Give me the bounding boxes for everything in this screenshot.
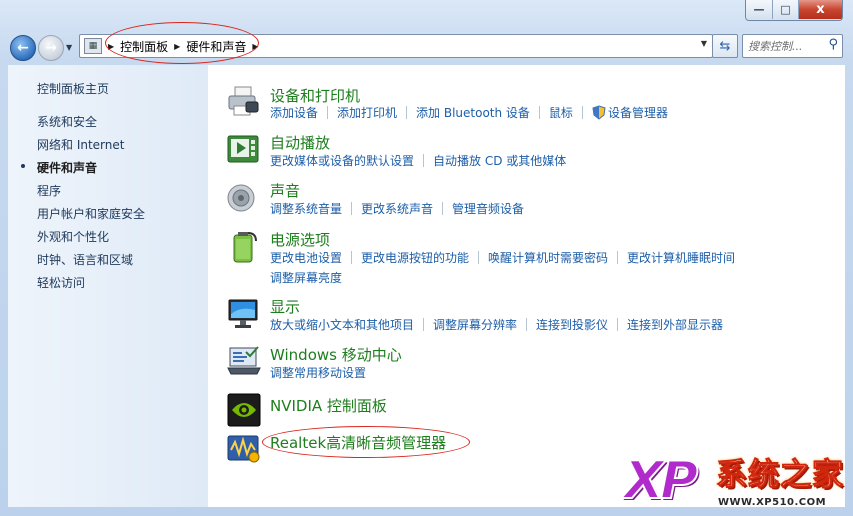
search-input[interactable] (748, 37, 820, 55)
link-separator (581, 106, 583, 119)
category-title[interactable]: 显示 (270, 296, 300, 317)
breadcrumb-chevron-icon[interactable]: ▶ (174, 42, 180, 51)
link-add-printer[interactable]: 添加打印机 (337, 106, 397, 120)
sidebar-item-user-accounts[interactable]: 用户帐户和家庭安全 (37, 205, 145, 222)
monitor-icon[interactable] (226, 296, 262, 332)
sidebar: 控制面板主页 系统和安全 网络和 Internet 硬件和声音 程序 用户帐户和… (8, 65, 208, 507)
link-screen-resolution[interactable]: 调整屏幕分辨率 (433, 318, 517, 332)
recent-pages-chevron-icon[interactable]: ▼ (66, 43, 72, 52)
link-separator (406, 106, 408, 119)
breadcrumb-hardware-sound[interactable]: 硬件和声音 (186, 38, 246, 55)
refresh-icon: ⇆ (719, 38, 731, 54)
link-add-device[interactable]: 添加设备 (270, 106, 318, 120)
link-password-on-wake[interactable]: 唤醒计算机时需要密码 (488, 251, 608, 265)
forward-button[interactable]: → (38, 35, 64, 61)
navigation-bar: ← → ▼ ▦ ▶ 控制面板 ▶ 硬件和声音 ▶ ▼ ⇆ ⚲ (0, 28, 853, 64)
category-title[interactable]: Realtek高清晰音频管理器 (270, 432, 446, 453)
link-change-battery-settings[interactable]: 更改电池设置 (270, 251, 342, 265)
sidebar-item-appearance[interactable]: 外观和个性化 (37, 228, 109, 245)
realtek-audio-icon[interactable] (226, 430, 262, 466)
autoplay-icon[interactable] (226, 132, 262, 168)
sidebar-item-system-security[interactable]: 系统和安全 (37, 113, 97, 130)
maximize-button[interactable]: □ (773, 0, 799, 19)
link-text-size[interactable]: 放大或缩小文本和其他项目 (270, 318, 414, 332)
sidebar-item-network[interactable]: 网络和 Internet (37, 136, 124, 153)
mobility-center-icon[interactable] (226, 344, 262, 380)
speaker-icon[interactable] (226, 180, 262, 216)
link-separator (617, 318, 619, 331)
watermark-xp-text: XP (623, 451, 699, 511)
breadcrumb-chevron-icon[interactable]: ▶ (108, 42, 114, 51)
link-adjust-mobility-settings[interactable]: 调整常用移动设置 (270, 366, 366, 380)
link-connect-external-display[interactable]: 连接到外部显示器 (627, 318, 723, 332)
link-adjust-volume[interactable]: 调整系统音量 (270, 202, 342, 216)
category-links: 更改电池设置 更改电源按钮的功能 唤醒计算机时需要密码 更改计算机睡眠时间调整屏幕亮度 (270, 248, 830, 288)
link-connect-projector[interactable]: 连接到投影仪 (536, 318, 608, 332)
category-title[interactable]: 电源选项 (270, 229, 330, 250)
category-title[interactable]: Windows 移动中心 (270, 344, 402, 365)
minimize-button[interactable]: — (746, 0, 773, 19)
maximize-icon: □ (780, 3, 791, 16)
link-separator (478, 251, 480, 264)
breadcrumb-chevron-icon[interactable]: ▶ (252, 42, 258, 51)
category-links: 调整系统音量 更改系统声音 管理音频设备 (270, 199, 830, 219)
current-item-bullet-icon (21, 164, 25, 168)
link-add-bluetooth[interactable]: 添加 Bluetooth 设备 (416, 106, 530, 120)
link-autoplay-cd[interactable]: 自动播放 CD 或其他媒体 (433, 154, 566, 168)
close-icon: x (816, 2, 825, 17)
category-links: 添加设备 添加打印机 添加 Bluetooth 设备 鼠标 设备管理器 (270, 103, 830, 123)
link-separator (351, 251, 353, 264)
search-box[interactable]: ⚲ (742, 34, 843, 58)
uac-shield-icon (592, 105, 606, 120)
minimize-icon: — (753, 3, 765, 16)
sidebar-item-ease-of-access[interactable]: 轻松访问 (37, 274, 85, 291)
control-panel-icon: ▦ (84, 38, 102, 54)
category-title[interactable]: 声音 (270, 180, 300, 201)
window-controls: — □ x (745, 0, 843, 21)
link-separator (351, 202, 353, 215)
link-separator (538, 106, 540, 119)
link-adjust-brightness[interactable]: 调整屏幕亮度 (270, 271, 342, 285)
close-button[interactable]: x (799, 0, 842, 19)
link-separator (526, 318, 528, 331)
forward-arrow-icon: → (45, 40, 57, 56)
address-bar[interactable]: ▦ ▶ 控制面板 ▶ 硬件和声音 ▶ ▼ (79, 34, 713, 58)
sidebar-item-programs[interactable]: 程序 (37, 182, 61, 199)
watermark-logo: XP 系统之家 WWW.XP510.COM (623, 451, 848, 513)
category-links: 调整常用移动设置 (270, 363, 830, 383)
sidebar-item-hardware-sound: 硬件和声音 (37, 161, 98, 175)
link-separator (423, 318, 425, 331)
battery-icon[interactable] (226, 229, 262, 265)
link-power-button-function[interactable]: 更改电源按钮的功能 (361, 251, 469, 265)
category-links: 更改媒体或设备的默认设置 自动播放 CD 或其他媒体 (270, 151, 830, 171)
category-title[interactable]: 自动播放 (270, 132, 330, 153)
back-button[interactable]: ← (10, 35, 36, 61)
link-separator (327, 106, 329, 119)
sidebar-item-clock-region[interactable]: 时钟、语言和区域 (37, 251, 133, 268)
link-manage-audio-devices[interactable]: 管理音频设备 (452, 202, 524, 216)
printer-icon[interactable] (226, 84, 262, 120)
address-dropdown-icon[interactable]: ▼ (701, 39, 707, 48)
nvidia-icon[interactable] (226, 392, 262, 428)
refresh-button[interactable]: ⇆ (712, 34, 738, 58)
link-separator (442, 202, 444, 215)
sidebar-item-home[interactable]: 控制面板主页 (37, 80, 109, 97)
link-change-sounds[interactable]: 更改系统声音 (361, 202, 433, 216)
link-separator (423, 154, 425, 167)
breadcrumb-control-panel[interactable]: 控制面板 (120, 38, 168, 55)
link-change-default-media[interactable]: 更改媒体或设备的默认设置 (270, 154, 414, 168)
main-content: 设备和打印机 添加设备 添加打印机 添加 Bluetooth 设备 鼠标 设备管理器 自… (208, 65, 845, 507)
link-change-sleep-time[interactable]: 更改计算机睡眠时间 (627, 251, 735, 265)
link-device-manager[interactable]: 设备管理器 (608, 106, 668, 120)
watermark-url: WWW.XP510.COM (718, 497, 827, 508)
category-links: 放大或缩小文本和其他项目 调整屏幕分辨率 连接到投影仪 连接到外部显示器 (270, 315, 830, 335)
search-icon[interactable]: ⚲ (828, 37, 838, 52)
watermark-name: 系统之家 (716, 457, 844, 494)
link-mouse[interactable]: 鼠标 (549, 106, 573, 120)
back-arrow-icon: ← (17, 40, 29, 56)
link-separator (617, 251, 619, 264)
category-title[interactable]: NVIDIA 控制面板 (270, 395, 387, 416)
control-panel-window: — □ x ← → ▼ ▦ ▶ 控制面板 ▶ 硬件和声音 ▶ ▼ ⇆ ⚲ 控制面… (0, 0, 853, 516)
